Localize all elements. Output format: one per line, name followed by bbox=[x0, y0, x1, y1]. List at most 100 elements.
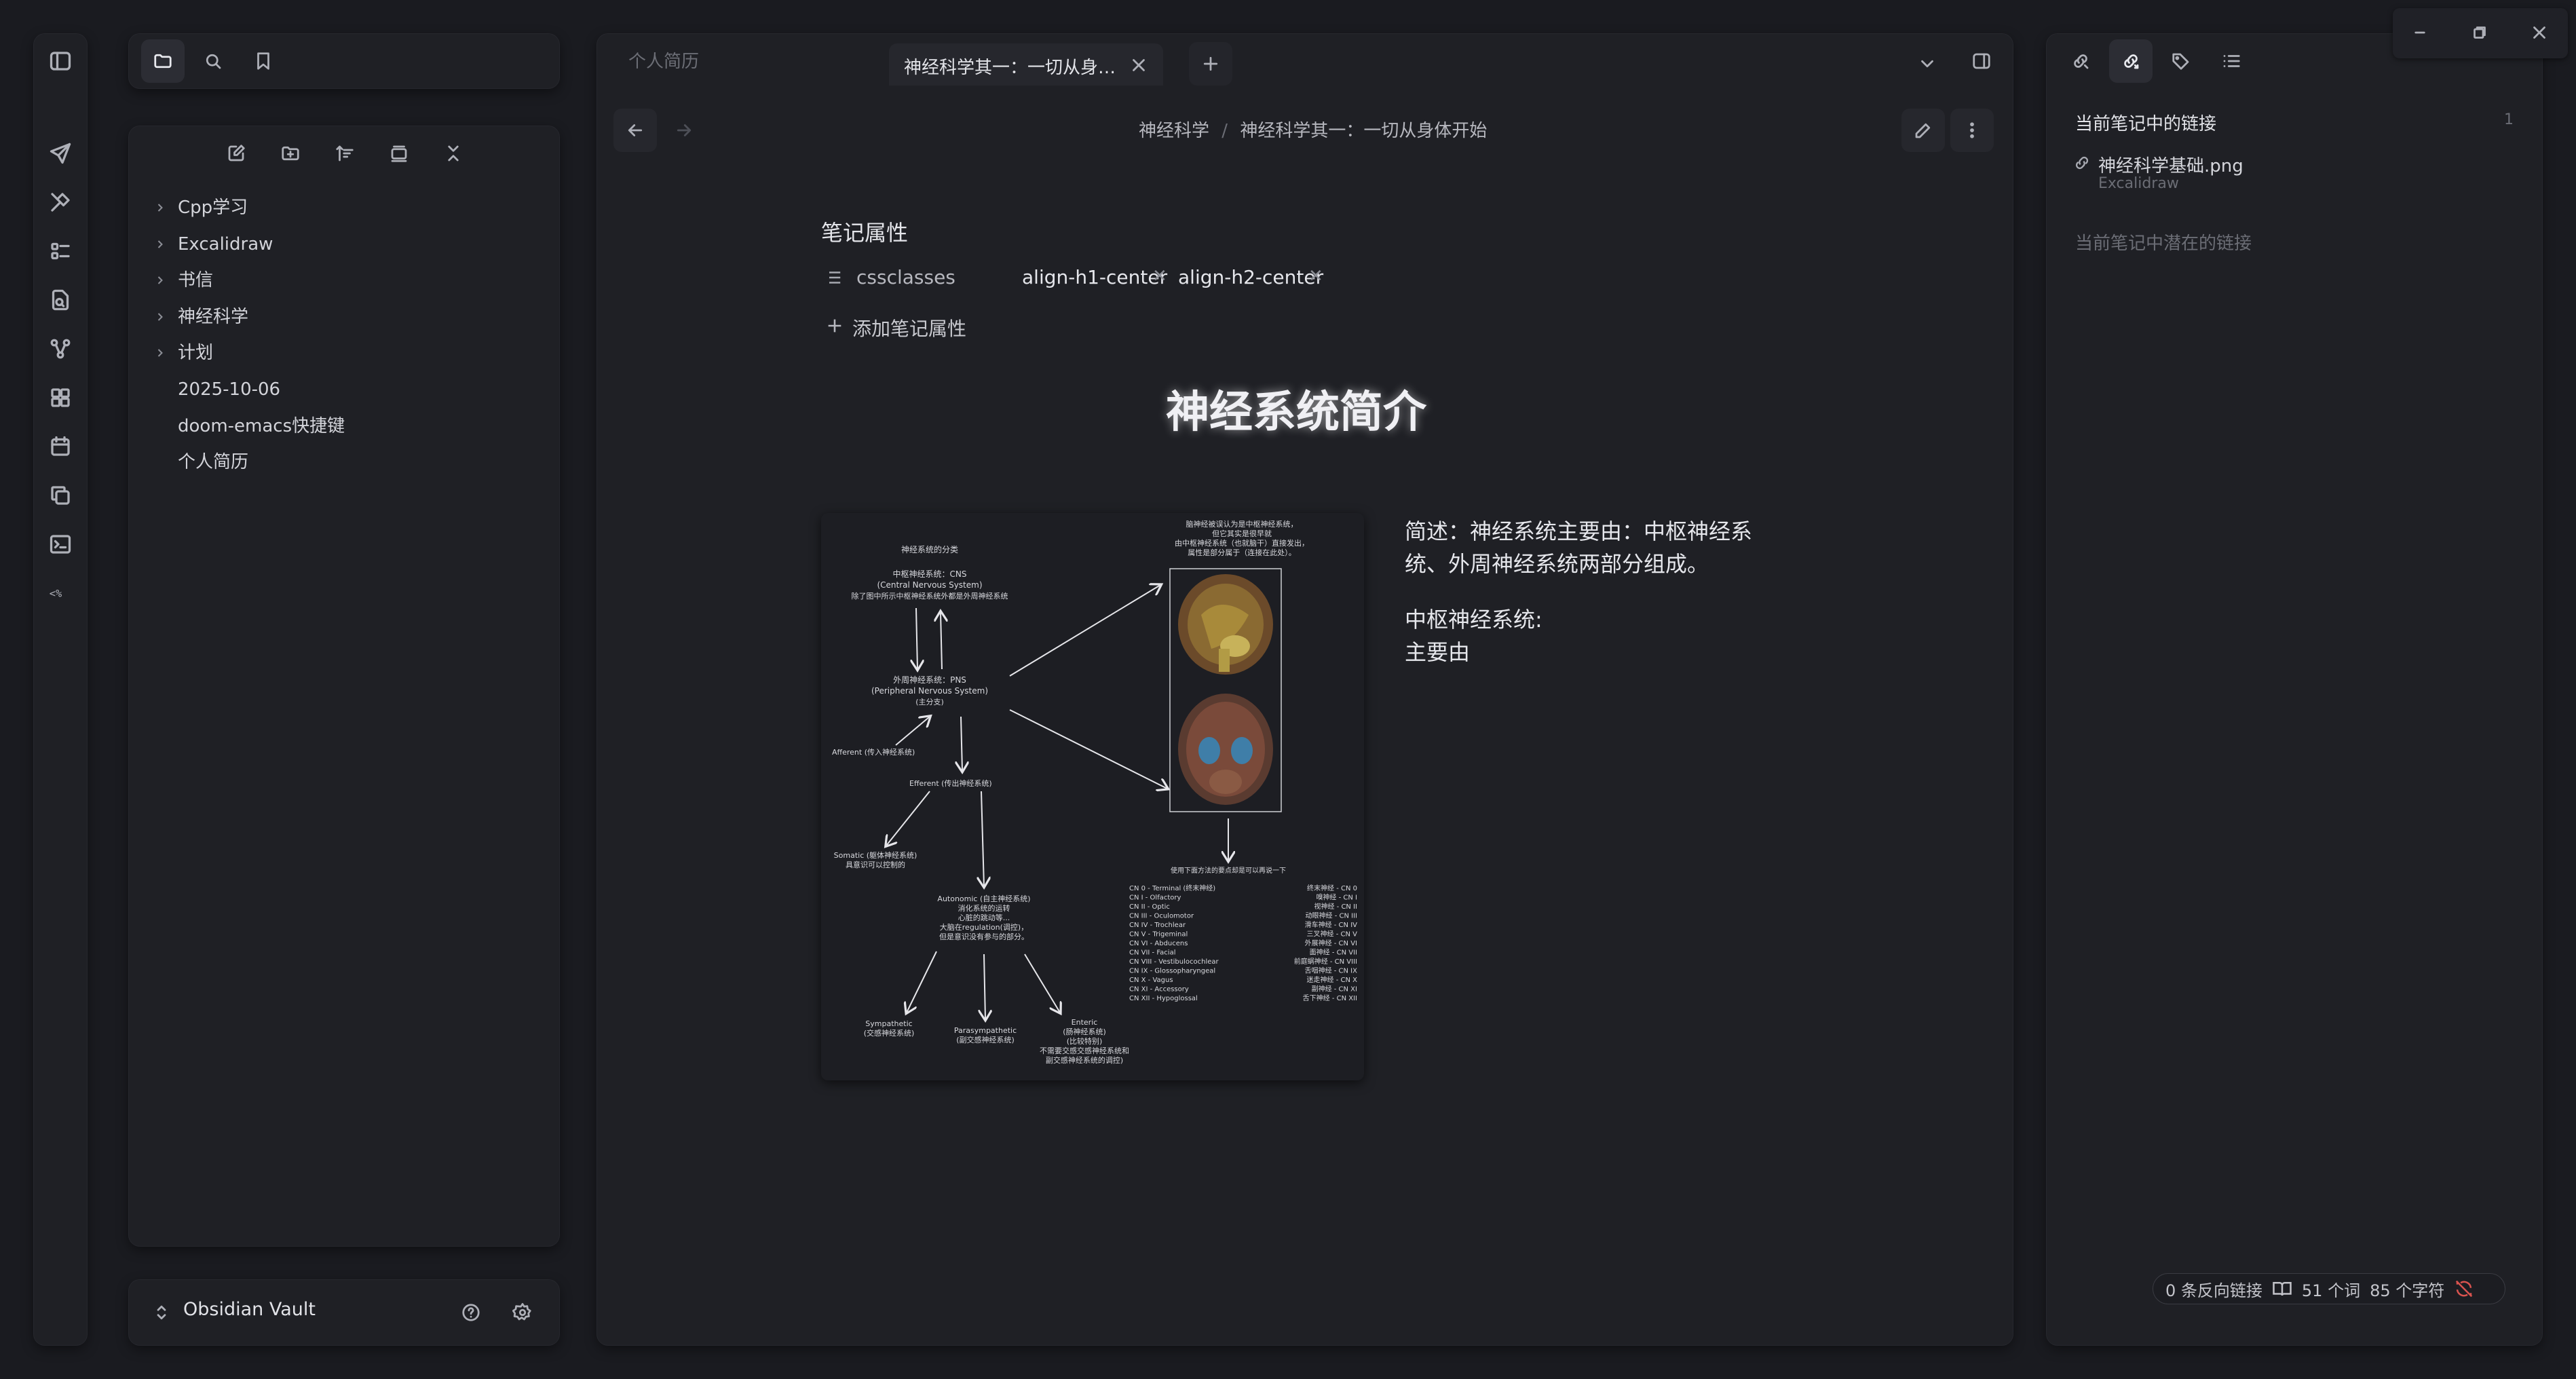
new-note-icon[interactable] bbox=[214, 132, 258, 175]
brain-axial-image bbox=[1178, 694, 1273, 805]
minimize-icon[interactable] bbox=[2398, 11, 2442, 54]
plus-icon bbox=[825, 316, 844, 335]
folder-item[interactable]: Excalidraw bbox=[178, 231, 273, 258]
reading-mode-icon[interactable] bbox=[2272, 1279, 2292, 1299]
toggle-right-sidebar-icon[interactable] bbox=[1960, 39, 2003, 83]
cranial-nerve-label: CN V - Trigeminal bbox=[1129, 931, 1188, 939]
cranial-nerve-label: 副神经 - CN XI bbox=[1312, 985, 1357, 994]
cranial-nerve-label: 滑车神经 - CN IV bbox=[1305, 920, 1358, 929]
backlinks-icon[interactable] bbox=[2059, 39, 2102, 83]
diagram-auto-3: 心脏的跳动等... bbox=[958, 913, 1010, 922]
graph-icon[interactable] bbox=[39, 327, 82, 371]
remove-tag-icon[interactable]: ✕ bbox=[1308, 266, 1323, 286]
list-icon[interactable] bbox=[39, 229, 82, 273]
diagram-top-3: 由中枢神经系统（也就脑干）直接发出， bbox=[1175, 538, 1309, 548]
search-icon[interactable] bbox=[191, 39, 235, 83]
add-property-button[interactable]: 添加笔记属性 bbox=[852, 314, 966, 341]
close-tab-icon[interactable] bbox=[1117, 43, 1160, 87]
diagram-somatic-2: 具意识可以控制的 bbox=[846, 860, 905, 869]
folder-item[interactable]: 书信 bbox=[178, 267, 213, 294]
chevron-right-icon bbox=[153, 303, 170, 330]
collapse-icon[interactable] bbox=[377, 132, 421, 175]
chevron-right-icon bbox=[153, 231, 170, 258]
copy-icon[interactable] bbox=[39, 474, 82, 517]
breadcrumb-folder[interactable]: 神经科学 bbox=[1139, 121, 1209, 141]
file-item[interactable]: 个人简历 bbox=[178, 449, 248, 476]
cranial-nerve-label: CN X - Vagus bbox=[1129, 977, 1173, 984]
links-section-title[interactable]: 当前笔记中的链接 bbox=[2075, 110, 2216, 135]
chevron-right-icon bbox=[153, 267, 170, 294]
diagram-pns-3: (主分支) bbox=[915, 698, 944, 706]
vault-switch-icon[interactable] bbox=[140, 1291, 183, 1334]
excalidraw-embed[interactable]: 神经系统的分类 中枢神经系统：CNS (Central Nervous Syst… bbox=[821, 513, 1364, 1080]
expand-icon[interactable] bbox=[432, 132, 475, 175]
cranial-nerve-label: CN IX - Glossopharyngeal bbox=[1129, 968, 1215, 975]
property-value-tag[interactable]: align-h2-center bbox=[1178, 266, 1323, 288]
folder-item[interactable]: Cpp学习 bbox=[178, 194, 248, 221]
diagram-symp-1: Sympathetic bbox=[865, 1019, 912, 1028]
back-arrow-icon[interactable] bbox=[613, 109, 657, 152]
cranial-nerve-label: 迷走神经 - CN X bbox=[1307, 975, 1358, 984]
outgoing-links-icon[interactable] bbox=[2109, 39, 2153, 83]
folder-icon[interactable] bbox=[141, 39, 185, 83]
help-icon[interactable] bbox=[449, 1291, 493, 1334]
edit-pencil-icon[interactable] bbox=[1901, 109, 1945, 152]
chevron-right-icon bbox=[153, 339, 170, 366]
char-count: 85 个字符 bbox=[2370, 1281, 2445, 1300]
links-count: 1 bbox=[2504, 111, 2514, 128]
more-options-icon[interactable] bbox=[1950, 109, 1994, 152]
vault-name[interactable]: Obsidian Vault bbox=[183, 1299, 316, 1320]
folder-item[interactable]: 计划 bbox=[178, 339, 213, 366]
diagram-ent-4: 不需要交感交感神经系统和 bbox=[1040, 1046, 1129, 1055]
tab-active-title: 神经科学其一：一切从身… bbox=[904, 58, 1116, 78]
cranial-nerve-label: 舌咽神经 - CN IX bbox=[1305, 966, 1358, 975]
bookmark-icon[interactable] bbox=[242, 39, 285, 83]
new-tab-icon[interactable] bbox=[1189, 42, 1232, 86]
close-window-icon[interactable] bbox=[2518, 11, 2561, 54]
cranial-nerves-right: 终末神经 - CN 0嗅神经 - CN I视神经 - CN II动眼神经 - C… bbox=[1294, 884, 1357, 1002]
folder-item[interactable]: 神经科学 bbox=[178, 303, 248, 330]
file-item[interactable]: 2025-10-06 bbox=[178, 376, 280, 403]
forward-arrow-icon[interactable] bbox=[662, 109, 706, 152]
send-icon[interactable] bbox=[39, 132, 82, 175]
settings-gear-icon[interactable] bbox=[501, 1291, 544, 1334]
sync-off-icon[interactable] bbox=[2454, 1279, 2474, 1299]
new-folder-icon[interactable] bbox=[269, 132, 312, 175]
calendar-icon[interactable] bbox=[39, 425, 82, 468]
diagram-cns-1: 中枢神经系统：CNS bbox=[893, 569, 967, 579]
breadcrumb-note[interactable]: 神经科学其一：一切从身体开始 bbox=[1240, 121, 1487, 141]
cranial-nerve-label: 舌下神经 - CN XII bbox=[1303, 994, 1357, 1002]
cranial-nerve-label: CN III - Oculomotor bbox=[1129, 913, 1194, 920]
tab-list-dropdown-icon[interactable] bbox=[1906, 42, 1949, 86]
file-explorer bbox=[129, 126, 559, 1246]
tags-icon[interactable] bbox=[2159, 39, 2203, 83]
property-key[interactable]: cssclasses bbox=[856, 266, 955, 288]
diagram-pns-2: (Peripheral Nervous System) bbox=[871, 686, 988, 696]
blocks-icon[interactable] bbox=[39, 376, 82, 419]
brush-icon[interactable] bbox=[39, 181, 82, 224]
cranial-nerves-left: CN 0 - Terminal (终末神经)CN I - OlfactoryCN… bbox=[1129, 884, 1219, 1002]
diagram-auto-4: 大脑在regulation(调控)， bbox=[940, 922, 1028, 932]
remove-tag-icon[interactable]: ✕ bbox=[1152, 266, 1167, 286]
terminal-icon[interactable] bbox=[39, 523, 82, 566]
cranial-nerve-label: CN VIII - Vestibulocochlear bbox=[1129, 958, 1219, 966]
cranial-nerve-label: 三叉神经 - CN V bbox=[1307, 930, 1358, 939]
diagram-ent-1: Enteric bbox=[1072, 1018, 1098, 1027]
property-value-tag[interactable]: align-h1-center bbox=[1022, 266, 1167, 288]
restore-icon[interactable] bbox=[2458, 11, 2501, 54]
file-search-icon[interactable] bbox=[39, 278, 82, 322]
diagram-efferent: Efferent (传出神经系统) bbox=[909, 778, 992, 788]
file-item[interactable]: doom-emacs快捷键 bbox=[178, 413, 345, 440]
outline-icon[interactable] bbox=[2210, 39, 2253, 83]
outgoing-link-item[interactable]: 神经科学基础.png bbox=[2098, 152, 2243, 177]
toggle-sidebar-icon[interactable] bbox=[39, 39, 82, 83]
sort-icon[interactable] bbox=[323, 132, 366, 175]
cranial-nerve-label: CN VI - Abducens bbox=[1129, 940, 1188, 947]
svg-text:<%: <% bbox=[50, 587, 62, 599]
cranial-nerve-label: CN IV - Trochlear bbox=[1129, 922, 1186, 929]
cranial-nerve-label: 嗅神经 - CN I bbox=[1316, 893, 1357, 902]
template-icon[interactable]: <% bbox=[39, 571, 82, 615]
unlinked-mentions-title[interactable]: 当前笔记中潜在的链接 bbox=[2075, 229, 2252, 254]
tab-inactive[interactable]: 个人简历 bbox=[628, 48, 699, 73]
backlinks-count[interactable]: 0 条反向链接 bbox=[2165, 1277, 2262, 1301]
